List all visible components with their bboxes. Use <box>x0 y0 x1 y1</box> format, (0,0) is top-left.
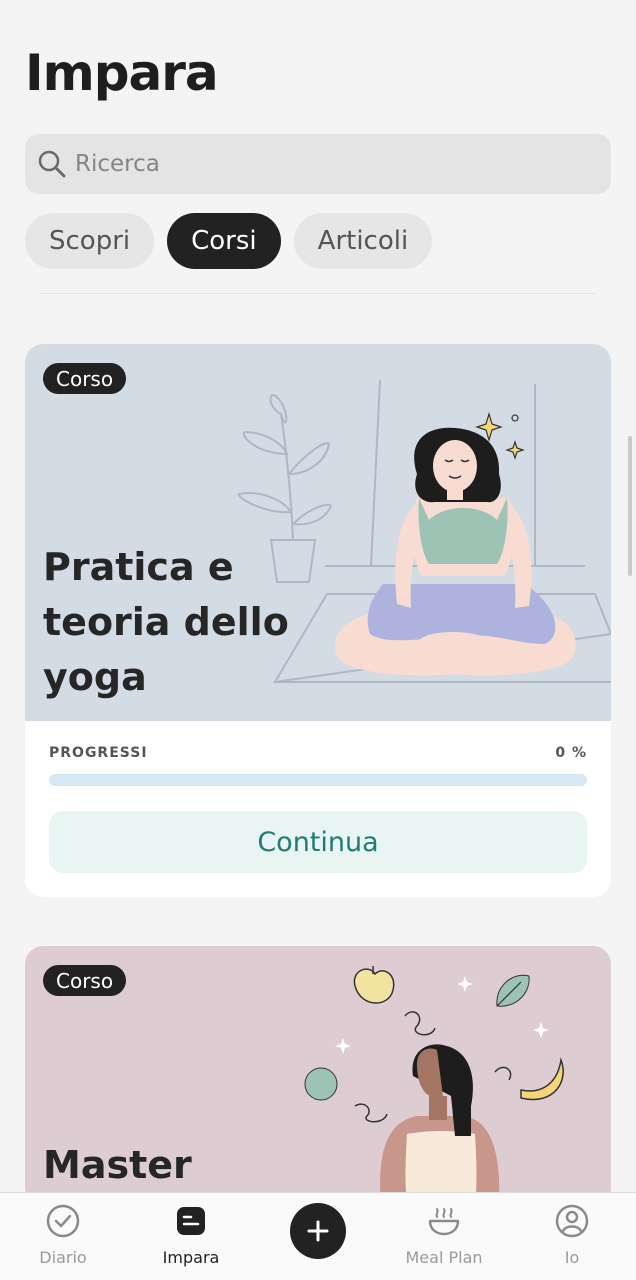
check-circle-icon <box>46 1204 80 1238</box>
course-title: Pratica e teoria dello yoga <box>43 545 289 699</box>
learn-icon <box>177 1207 205 1235</box>
nav-item-meal-plan[interactable]: Meal Plan <box>389 1193 499 1280</box>
course-card-master[interactable]: Corso Master <box>25 946 611 1206</box>
course-title: Master <box>43 1143 192 1187</box>
course-badge: Corso <box>43 965 127 996</box>
plus-icon <box>307 1220 329 1242</box>
nav-label: Impara <box>162 1248 220 1267</box>
nav-item-impara[interactable]: Impara <box>136 1193 246 1280</box>
search-bar[interactable] <box>25 134 611 194</box>
search-icon <box>38 150 66 178</box>
progress-value: 0 % <box>555 745 587 761</box>
bowl-icon <box>428 1208 460 1236</box>
nav-label: Diario <box>39 1248 87 1267</box>
course-card-yoga[interactable]: Corso Pratica e teoria dello yoga PROGRE… <box>25 344 611 897</box>
course-hero: Corso Master <box>25 946 611 1206</box>
nav-label: Io <box>564 1248 580 1267</box>
scrollbar[interactable] <box>628 436 632 576</box>
search-input[interactable] <box>75 151 575 177</box>
course-badge: Corso <box>43 363 127 394</box>
divider <box>40 293 597 294</box>
continue-button[interactable]: Continua <box>49 811 587 873</box>
tab-corsi[interactable]: Corsi <box>167 213 281 269</box>
add-button[interactable] <box>290 1203 346 1259</box>
profile-icon <box>555 1204 589 1238</box>
nav-item-diario[interactable]: Diario <box>8 1193 118 1280</box>
category-tabs: Scopri Corsi Articoli <box>25 213 433 269</box>
page-title: Impara <box>25 44 219 102</box>
tab-scopri[interactable]: Scopri <box>25 213 155 269</box>
progress-label: PROGRESSI <box>49 745 148 761</box>
nav-item-io[interactable]: Io <box>517 1193 627 1280</box>
progress-row: PROGRESSI 0 % <box>49 745 587 761</box>
bottom-nav: Diario Impara Meal Plan Io <box>0 1192 636 1280</box>
tab-articoli[interactable]: Articoli <box>293 213 433 269</box>
nav-label: Meal Plan <box>405 1248 483 1267</box>
progress-bar <box>49 774 587 786</box>
course-hero: Corso Pratica e teoria dello yoga <box>25 344 611 721</box>
